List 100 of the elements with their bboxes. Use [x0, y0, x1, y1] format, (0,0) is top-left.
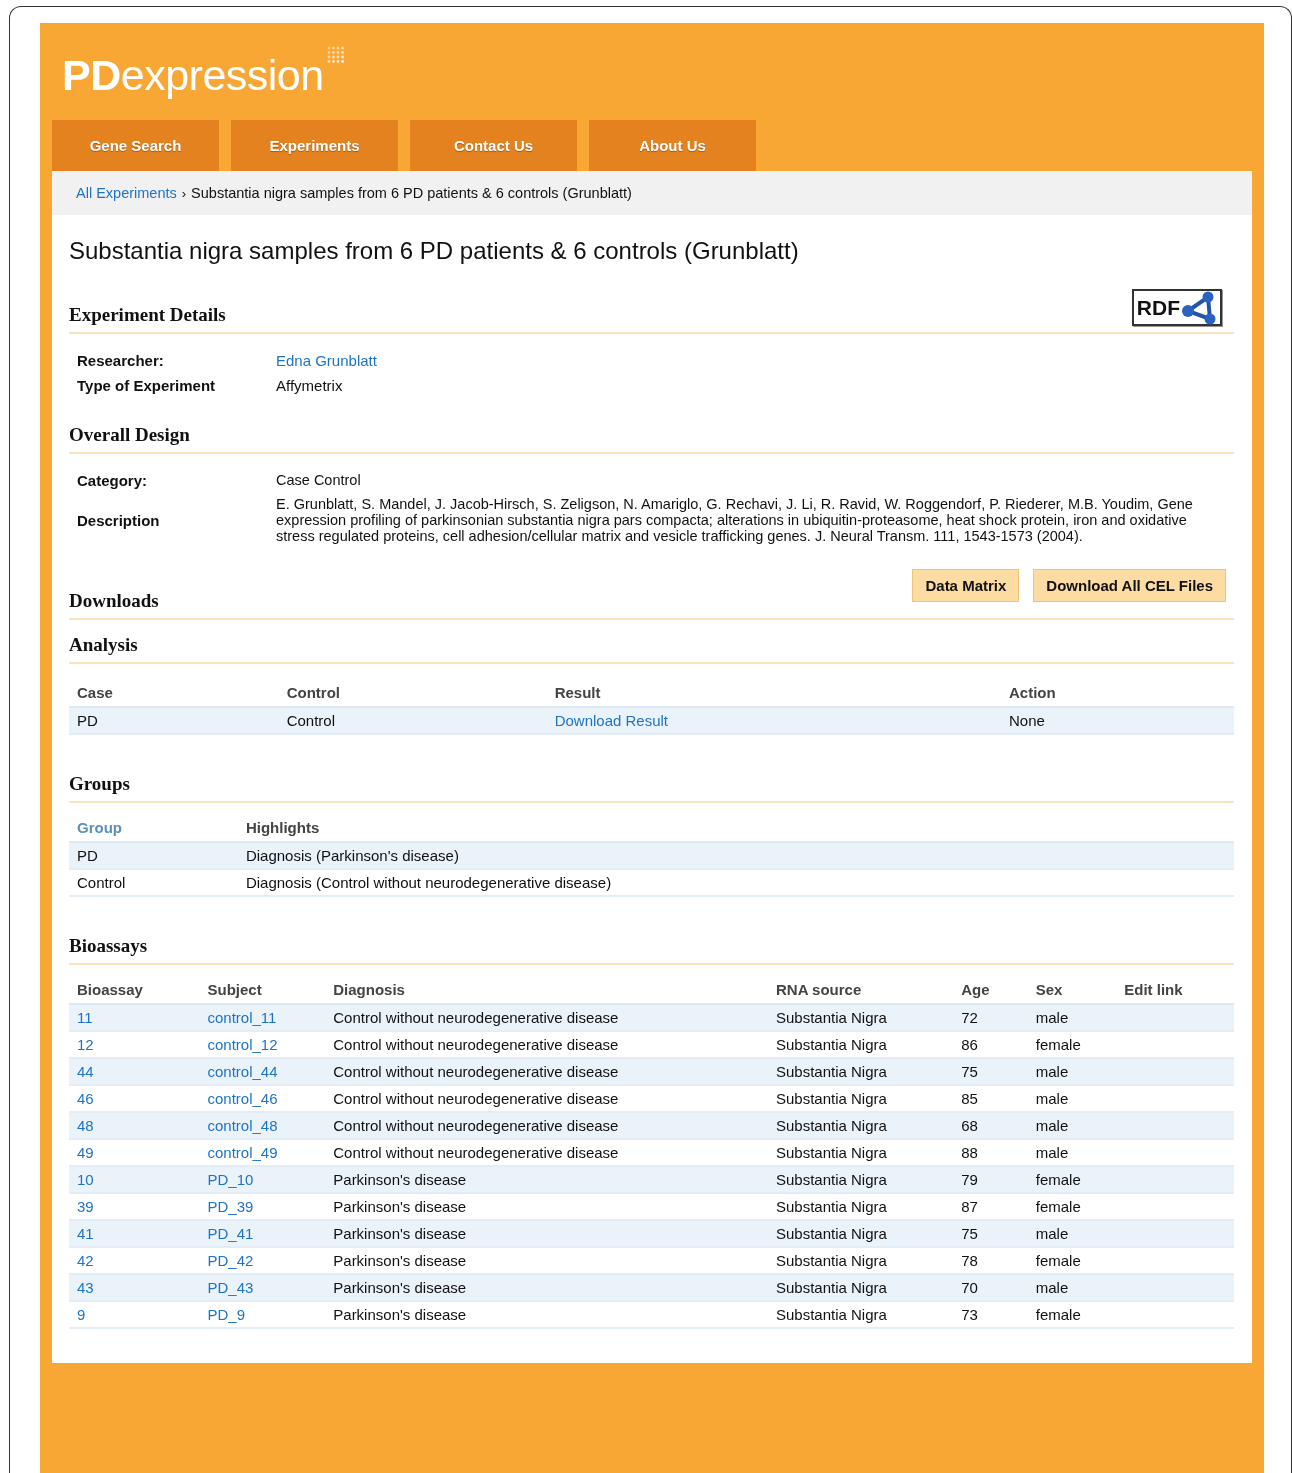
table-cell: 88 — [953, 1138, 1028, 1166]
bioassay-link[interactable]: 39 — [77, 1197, 94, 1215]
table-cell: male — [1027, 1111, 1117, 1139]
subject-link[interactable]: control_46 — [207, 1089, 278, 1107]
column-header: Bioassay — [69, 974, 200, 1004]
rdf-badge[interactable]: RDF — [1131, 289, 1222, 326]
section-heading: Analysis — [69, 633, 138, 656]
nav-tab[interactable]: Gene Search — [52, 120, 219, 171]
bioassay-link[interactable]: 46 — [77, 1089, 94, 1107]
nav-tab[interactable]: Experiments — [231, 120, 398, 171]
section-heading: Bioassays — [69, 934, 148, 957]
table-cell: Diagnosis (Parkinson's disease) — [237, 841, 1234, 869]
bioassay-link[interactable]: 43 — [77, 1278, 94, 1296]
column-header: RNA source — [767, 974, 954, 1004]
table-cell: Parkinson's disease — [325, 1246, 768, 1274]
column-header: Case — [69, 677, 279, 707]
bioassay-link[interactable]: 10 — [77, 1170, 94, 1188]
subject-link[interactable]: control_49 — [207, 1143, 278, 1161]
bioassay-link[interactable]: 44 — [77, 1062, 94, 1080]
table-cell: Substantia Nigra — [767, 1192, 954, 1220]
table-cell: female — [1027, 1246, 1117, 1274]
table-cell: Parkinson's disease — [325, 1165, 768, 1193]
field-label: Researcher: — [77, 352, 165, 369]
table-cell: Control — [69, 868, 238, 896]
table-cell: 68 — [953, 1111, 1028, 1139]
table-cell: 72 — [953, 1003, 1028, 1031]
table-cell: Control — [278, 706, 547, 734]
section-heading: Groups — [69, 772, 130, 795]
table-cell: female — [1027, 1165, 1117, 1193]
column-header: Subject — [199, 974, 326, 1004]
breadcrumb-separator: › — [181, 185, 187, 201]
section-heading: Downloads — [69, 589, 159, 612]
breadcrumb-link[interactable]: All Experiments — [76, 185, 177, 201]
table-cell: Substantia Nigra — [767, 1246, 954, 1274]
table-cell: Control without neurodegenerative disease — [325, 1003, 768, 1031]
nav-tab[interactable]: About Us — [589, 120, 756, 171]
table-cell: Substantia Nigra — [767, 1273, 954, 1301]
table-cell: Parkinson's disease — [325, 1273, 768, 1301]
table-cell: Diagnosis (Control without neurodegenerative disease) — [237, 868, 1234, 896]
table-cell: 73 — [953, 1300, 1028, 1328]
column-header: Diagnosis — [325, 974, 768, 1004]
bioassay-link[interactable]: 12 — [77, 1035, 94, 1053]
table-cell: Substantia Nigra — [767, 1030, 954, 1058]
table-cell: Control without neurodegenerative disease — [325, 1084, 768, 1112]
table-cell: 70 — [953, 1273, 1028, 1301]
table-cell: male — [1027, 1084, 1117, 1112]
section-heading: Experiment Details — [69, 304, 226, 326]
table-cell: Substantia Nigra — [767, 1138, 954, 1166]
researcher-link[interactable]: Edna Grunblatt — [276, 352, 377, 369]
subject-link[interactable]: PD_39 — [207, 1197, 254, 1215]
table-cell: female — [1027, 1192, 1117, 1220]
page-title: Substantia nigra samples from 6 PD patients & 6 controls (Grunblatt) — [69, 237, 800, 265]
download-button[interactable]: Data Matrix — [912, 568, 1020, 602]
table-cell: male — [1027, 1057, 1117, 1085]
table-cell: female — [1027, 1030, 1117, 1058]
table-cell: 78 — [953, 1246, 1028, 1274]
column-header: Sex — [1027, 974, 1117, 1004]
download-result-link[interactable]: Download Result — [554, 711, 669, 729]
table-cell: Substantia Nigra — [767, 1003, 954, 1031]
bioassay-link[interactable]: 48 — [77, 1116, 94, 1134]
sortable-column-header[interactable]: Group — [77, 818, 122, 836]
bioassay-link[interactable]: 49 — [77, 1143, 94, 1161]
table-cell: male — [1027, 1219, 1117, 1247]
nav-tab[interactable]: Contact Us — [410, 120, 577, 171]
subject-link[interactable]: PD_42 — [207, 1251, 254, 1269]
table-cell: PD — [69, 841, 238, 869]
table-cell: 75 — [953, 1219, 1028, 1247]
table-cell: Control without neurodegenerative disease — [325, 1030, 768, 1058]
table-cell: 87 — [953, 1192, 1028, 1220]
subject-link[interactable]: PD_9 — [207, 1305, 245, 1323]
bioassay-link[interactable]: 9 — [77, 1305, 86, 1323]
dots-icon — [325, 45, 346, 65]
section-heading: Overall Design — [69, 424, 190, 446]
column-header: Edit link — [1116, 974, 1234, 1004]
field-value: Affymetrix — [276, 377, 344, 394]
table-cell: Substantia Nigra — [767, 1084, 954, 1112]
table-cell: Parkinson's disease — [325, 1219, 768, 1247]
table-cell: 86 — [953, 1030, 1028, 1058]
field-label: Category: — [77, 472, 148, 489]
table-cell: Control without neurodegenerative disease — [325, 1138, 768, 1166]
subject-link[interactable]: control_12 — [207, 1035, 278, 1053]
column-header: Highlights — [237, 812, 1234, 842]
table-cell: None — [1000, 706, 1234, 734]
table-cell: male — [1027, 1138, 1117, 1166]
table-cell: female — [1027, 1300, 1117, 1328]
bioassay-link[interactable]: 42 — [77, 1251, 94, 1269]
column-header: Action — [1000, 677, 1234, 707]
table-cell: 79 — [953, 1165, 1028, 1193]
table-cell: Parkinson's disease — [325, 1300, 768, 1328]
table-cell: Control without neurodegenerative disease — [325, 1111, 768, 1139]
breadcrumb-current: Substantia nigra samples from 6 PD patients & 6 controls (Grunblatt) — [191, 185, 632, 201]
table-cell: male — [1027, 1273, 1117, 1301]
bioassay-link[interactable]: 11 — [77, 1008, 93, 1026]
table-cell: male — [1027, 1003, 1117, 1031]
column-header: Result — [546, 677, 1001, 707]
field-value: Case Control — [276, 472, 362, 489]
download-button[interactable]: Download All CEL Files — [1033, 568, 1226, 602]
column-header: Age — [953, 974, 1028, 1004]
bioassay-link[interactable]: 41 — [77, 1224, 94, 1242]
column-header: Control — [278, 677, 547, 707]
